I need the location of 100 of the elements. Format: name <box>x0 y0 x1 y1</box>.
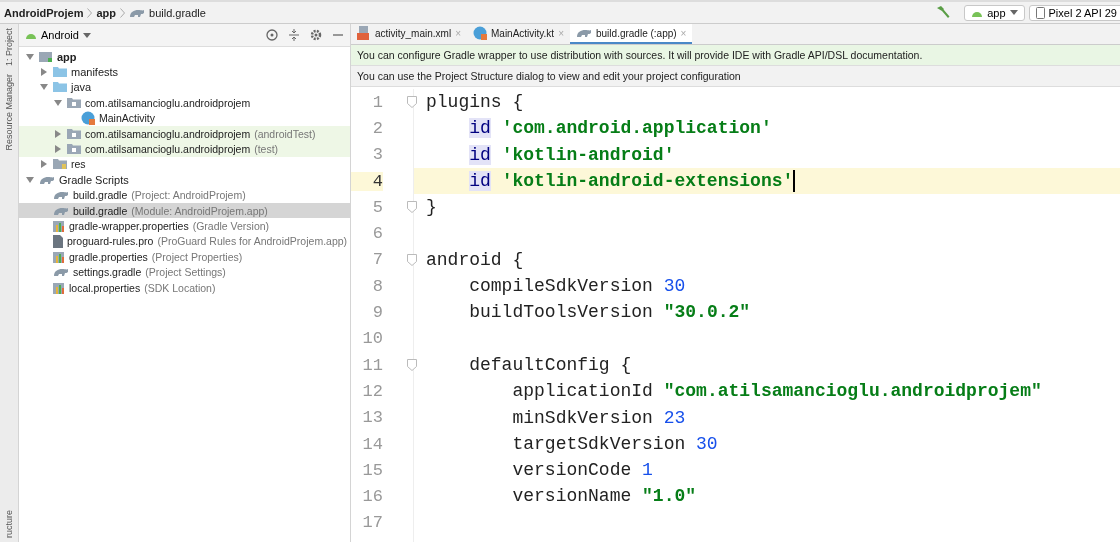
breadcrumb-item[interactable]: build.gradle <box>149 6 206 19</box>
expanded-arrow-icon[interactable] <box>26 53 34 60</box>
file-name: gradle-wrapper.properties <box>69 220 189 232</box>
editor-tab[interactable]: build.gradle (:app) × <box>570 24 693 44</box>
code-line: buildToolsVersion "30.0.2" <box>468 301 752 325</box>
line-number: 10 <box>361 329 383 349</box>
code-line: minSdkVersion 23 <box>511 406 687 430</box>
package-folder-icon <box>67 127 81 140</box>
expanded-arrow-icon[interactable] <box>40 84 48 91</box>
breadcrumb-item[interactable]: app <box>96 6 116 19</box>
line-number: 16 <box>361 487 383 507</box>
tree-item[interactable]: MainActivity <box>19 110 350 126</box>
file-name: build.gradle <box>73 204 128 217</box>
code-line: android { <box>425 248 525 272</box>
file-icon <box>53 234 63 248</box>
bar-chart-file-icon <box>53 219 65 233</box>
code-line: targetSdkVersion 30 <box>511 432 719 456</box>
folder-icon <box>53 81 67 94</box>
line-number: 6 <box>371 224 383 244</box>
tree-item[interactable]: java <box>19 79 350 96</box>
line-number: 4 <box>351 171 383 191</box>
code-line: compileSdkVersion 30 <box>468 275 687 299</box>
folder-icon <box>53 66 67 79</box>
tree-item[interactable]: build.gradle (Module: AndroidProjem.app) <box>19 202 350 219</box>
elephant-icon <box>53 205 69 216</box>
hammer-icon[interactable] <box>936 6 951 19</box>
file-name: res <box>71 158 86 171</box>
file-description: (androidTest) <box>254 127 316 140</box>
tree-item[interactable]: com.atilsamancioglu.androidprojem (test) <box>19 141 350 157</box>
notification-banner: You can configure Gradle wrapper to use distribution with sources. It will provide IDE with Gradle API/DSL documentation. <box>351 45 1120 66</box>
file-name: proguard-rules.pro <box>67 235 154 248</box>
chevron-icon <box>87 7 93 18</box>
file-name: Gradle Scripts <box>59 173 129 186</box>
package-folder-icon <box>67 96 81 109</box>
fold-marker-icon[interactable] <box>407 201 417 214</box>
file-description: (Project: AndroidProjem) <box>131 189 246 202</box>
tab-label: activity_main.xml <box>375 27 452 39</box>
line-number: 11 <box>361 355 383 375</box>
caret-icon <box>82 32 91 38</box>
tool-window-tab[interactable]: ructure <box>4 506 14 542</box>
line-number: 17 <box>361 513 383 533</box>
caret-icon <box>1009 10 1018 15</box>
phone-icon <box>1035 6 1045 19</box>
package-folder-icon <box>67 143 81 156</box>
project-view-dropdown[interactable]: Android <box>25 29 91 41</box>
collapsed-arrow-icon[interactable] <box>41 68 47 77</box>
file-name: com.atilsamancioglu.androidprojem <box>85 127 251 140</box>
collapsed-arrow-icon[interactable] <box>55 145 61 154</box>
fold-marker-icon[interactable] <box>407 96 417 109</box>
tree-item[interactable]: Gradle Scripts <box>19 172 350 188</box>
expanded-arrow-icon[interactable] <box>26 176 34 183</box>
editor-tab[interactable]: MainActivity.kt × <box>467 24 570 44</box>
line-number: 14 <box>361 434 383 454</box>
collapsed-arrow-icon[interactable] <box>55 129 61 138</box>
device-dropdown[interactable]: Pixel 2 API 29 <box>1028 4 1120 21</box>
breadcrumb-item[interactable]: AndroidProjem <box>4 6 84 19</box>
file-name: build.gradle <box>73 189 128 202</box>
tree-item[interactable]: gradle-wrapper.properties (Gradle Version) <box>19 218 350 234</box>
elephant-icon <box>576 28 592 38</box>
code-line: id 'kotlin-android' <box>468 143 676 167</box>
tree-item[interactable]: com.atilsamancioglu.androidprojem (androidTest) <box>19 125 350 142</box>
file-name: MainActivity <box>99 112 155 125</box>
tree-item[interactable]: settings.gradle (Project Settings) <box>19 264 350 280</box>
tab-label: build.gradle (:app) <box>596 27 677 39</box>
file-name: local.properties <box>69 281 141 294</box>
tool-window-tab[interactable]: 1: Project <box>4 24 14 71</box>
tree-item[interactable]: local.properties (SDK Location) <box>19 279 350 296</box>
line-number: 2 <box>371 118 383 138</box>
run-config-dropdown[interactable]: app <box>964 4 1025 21</box>
tree-item[interactable]: manifests <box>19 64 350 80</box>
crosshair-icon[interactable] <box>266 29 278 41</box>
file-name: com.atilsamancioglu.androidprojem <box>85 143 251 156</box>
line-number: 12 <box>361 381 383 401</box>
file-description: (Module: AndroidProjem.app) <box>131 204 268 217</box>
elephant-icon <box>53 190 69 201</box>
file-description: (SDK Location) <box>144 281 216 294</box>
fold-marker-icon[interactable] <box>407 359 417 372</box>
collapsed-arrow-icon[interactable] <box>41 160 47 169</box>
tree-item[interactable]: build.gradle (Project: AndroidProjem) <box>19 187 350 203</box>
tree-item[interactable]: com.atilsamancioglu.androidprojem <box>19 95 350 111</box>
tool-window-tab[interactable]: Resource Manager <box>4 70 14 155</box>
collapse-icon[interactable] <box>288 29 300 41</box>
file-name: com.atilsamancioglu.androidprojem <box>85 96 251 109</box>
code-line: id 'com.android.application' <box>468 117 773 141</box>
class-icon <box>473 26 487 40</box>
elephant-icon <box>129 7 145 18</box>
settings-icon[interactable] <box>310 29 322 41</box>
tab-label: MainActivity.kt <box>491 27 555 39</box>
tree-item[interactable]: proguard-rules.pro (ProGuard Rules for AndroidProjem.app) <box>19 233 350 250</box>
tree-item[interactable]: res <box>19 156 350 173</box>
tree-item[interactable]: app <box>19 49 350 65</box>
line-number: 15 <box>361 460 383 480</box>
folder-icon <box>53 158 67 171</box>
tree-item[interactable]: gradle.properties (Project Properties) <box>19 249 350 265</box>
file-description: (Gradle Version) <box>192 220 270 232</box>
editor-tab[interactable]: activity_main.xml × <box>351 24 467 44</box>
expanded-arrow-icon[interactable] <box>54 99 62 106</box>
file-name: manifests <box>71 66 119 79</box>
fold-marker-icon[interactable] <box>407 253 417 266</box>
code-line: } <box>425 196 438 220</box>
